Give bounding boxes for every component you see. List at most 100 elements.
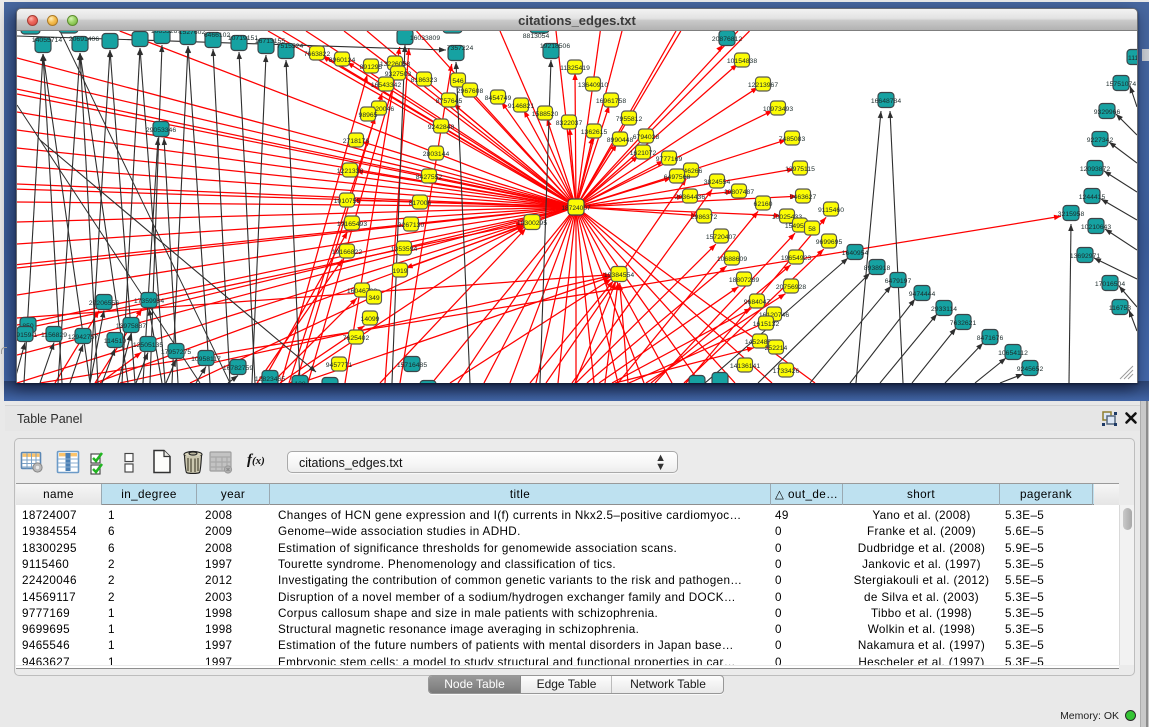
- svg-text:1221336: 1221336: [337, 168, 364, 175]
- svg-text:3267130: 3267130: [398, 222, 425, 229]
- svg-text:17957275: 17957275: [161, 349, 191, 356]
- svg-text:9474444: 9474444: [909, 291, 936, 298]
- svg-text:128: 128: [294, 381, 306, 383]
- svg-text:10210643: 10210643: [1081, 224, 1111, 231]
- svg-text:8322037: 8322037: [556, 120, 583, 127]
- svg-text:2933114: 2933114: [931, 306, 957, 313]
- svg-text:11325419: 11325419: [560, 65, 590, 72]
- svg-text:116753: 116753: [1109, 305, 1131, 312]
- svg-text:9699695: 9699695: [816, 239, 843, 246]
- svg-text:8186323: 8186323: [411, 77, 438, 84]
- svg-text:10654112: 10654112: [998, 350, 1028, 357]
- svg-text:17359934: 17359934: [134, 298, 164, 305]
- svg-text:8938918: 8938918: [864, 265, 891, 272]
- svg-text:6497568: 6497568: [664, 174, 691, 181]
- svg-text:12823465: 12823465: [255, 376, 285, 383]
- svg-text:13640910: 13640910: [578, 82, 608, 89]
- svg-text:9684047: 9684047: [744, 299, 771, 306]
- svg-text:10973493: 10973493: [763, 106, 793, 113]
- svg-text:16782759: 16782759: [223, 365, 253, 372]
- svg-text:1362615: 1362615: [581, 129, 608, 136]
- svg-text:7357224: 7357224: [447, 45, 474, 52]
- svg-text:20691406: 20691406: [69, 36, 99, 43]
- svg-text:18300295: 18300295: [517, 220, 547, 227]
- svg-text:19218506: 19218506: [540, 43, 570, 50]
- svg-text:9227342: 9227342: [1087, 137, 1114, 144]
- svg-text:6479197: 6479197: [885, 278, 912, 285]
- svg-text:1156829: 1156829: [41, 332, 67, 339]
- svg-text:6794028: 6794028: [633, 134, 660, 141]
- svg-text:20206556: 20206556: [89, 300, 119, 307]
- svg-text:7955812: 7955812: [616, 116, 643, 123]
- svg-text:98965: 98965: [359, 112, 378, 119]
- svg-text:7485083: 7485083: [779, 136, 806, 143]
- svg-text:12975115: 12975115: [785, 166, 815, 173]
- svg-text:12213967: 12213967: [748, 82, 778, 89]
- svg-text:8960124: 8960124: [329, 57, 356, 64]
- svg-text:19166822: 19166822: [332, 249, 362, 256]
- svg-text:15716485: 15716485: [397, 362, 427, 369]
- svg-text:7625402: 7625402: [343, 335, 370, 342]
- svg-text:14099: 14099: [361, 316, 380, 323]
- svg-text:2718176: 2718176: [343, 138, 370, 145]
- svg-text:7663822: 7663822: [304, 51, 331, 58]
- svg-text:62160: 62160: [754, 201, 773, 208]
- svg-text:7632621: 7632621: [950, 320, 977, 327]
- svg-text:1621072: 1621072: [630, 150, 657, 157]
- svg-text:1588520: 1588520: [532, 111, 559, 118]
- svg-text:29053346: 29053346: [146, 127, 176, 134]
- svg-text:114519: 114519: [104, 338, 126, 345]
- svg-text:8454749: 8454749: [485, 95, 512, 102]
- svg-text:20756928: 20756928: [776, 284, 806, 291]
- svg-text:20364436: 20364436: [675, 194, 705, 201]
- svg-text:15751074: 15751074: [1106, 81, 1136, 88]
- svg-text:1615132: 1615132: [753, 321, 780, 328]
- svg-text:10154838: 10154838: [727, 58, 757, 65]
- svg-text:19654923: 19654923: [781, 255, 811, 262]
- svg-text:9463627: 9463627: [790, 194, 817, 201]
- svg-text:12093872: 12093872: [1080, 166, 1110, 173]
- svg-text:10688609: 10688609: [717, 256, 747, 263]
- svg-text:546: 546: [452, 78, 464, 85]
- svg-text:2803144: 2803144: [423, 151, 450, 158]
- svg-text:1244415: 1244415: [1079, 194, 1106, 201]
- svg-text:9242848: 9242848: [428, 124, 455, 131]
- svg-text:252214: 252214: [765, 345, 788, 352]
- svg-text:1112: 1112: [1128, 55, 1137, 62]
- svg-text:18724007: 18724007: [561, 205, 591, 212]
- svg-text:1527602: 1527602: [179, 31, 206, 36]
- svg-text:2986372: 2986372: [691, 214, 718, 221]
- svg-text:16648784: 16648784: [871, 98, 901, 105]
- svg-text:1733426: 1733426: [773, 368, 800, 375]
- svg-text:18807289: 18807289: [729, 277, 759, 284]
- svg-text:16543342: 16543342: [371, 82, 401, 89]
- svg-text:16961758: 16961758: [596, 98, 626, 105]
- svg-text:14055714: 14055714: [32, 37, 62, 44]
- svg-text:349: 349: [368, 295, 380, 302]
- svg-text:1640954: 1640954: [842, 250, 869, 257]
- svg-text:3215958: 3215958: [1058, 211, 1085, 218]
- svg-text:10958117: 10958117: [191, 356, 221, 363]
- svg-text:9245652: 9245652: [1017, 366, 1044, 373]
- svg-text:8990448: 8990448: [607, 137, 634, 144]
- svg-text:10719151: 10719151: [228, 35, 258, 42]
- svg-text:10807487: 10807487: [724, 189, 754, 196]
- svg-text:13692971: 13692971: [1070, 253, 1100, 260]
- svg-text:12942757: 12942757: [68, 334, 98, 341]
- svg-text:9329966: 9329966: [1094, 109, 1121, 116]
- svg-text:39159-1: 39159-1: [17, 332, 38, 339]
- svg-text:15720407: 15720407: [706, 234, 736, 241]
- svg-text:19384554: 19384554: [604, 272, 634, 279]
- svg-text:58: 58: [808, 226, 816, 233]
- svg-text:3824554: 3824554: [704, 179, 731, 186]
- svg-text:9457771: 9457771: [326, 362, 353, 369]
- svg-text:8471676: 8471676: [977, 335, 1004, 342]
- svg-text:20876812: 20876812: [712, 36, 742, 43]
- svg-text:13975887: 13975887: [116, 323, 146, 330]
- svg-text:817006: 817006: [409, 200, 432, 207]
- svg-text:14136141: 14136141: [730, 363, 760, 370]
- svg-text:8757645: 8757645: [436, 98, 463, 105]
- svg-text:8813054: 8813054: [523, 33, 550, 40]
- svg-text:1353594: 1353594: [391, 246, 418, 253]
- svg-text:10653267: 10653267: [151, 31, 181, 35]
